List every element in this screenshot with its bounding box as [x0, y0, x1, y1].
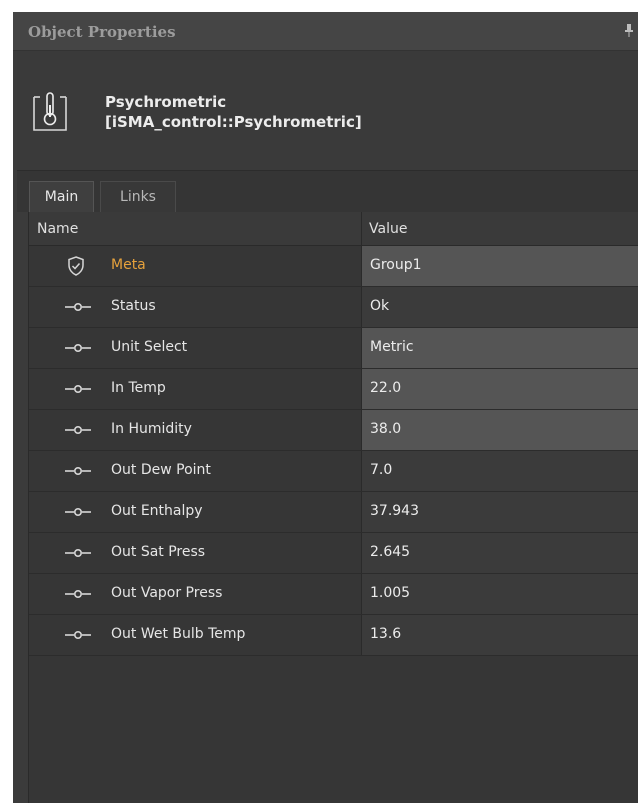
row-name-cell: Out Dew Point	[103, 451, 361, 491]
row-name-cell: In Humidity	[103, 410, 361, 450]
pin-icon[interactable]	[624, 23, 634, 37]
tab-main[interactable]: Main	[29, 181, 94, 212]
property-name: Out Enthalpy	[111, 503, 203, 519]
row-icon-cell	[29, 492, 103, 532]
row-name-cell: Out Enthalpy	[103, 492, 361, 532]
property-row[interactable]: Out Wet Bulb Temp 13.6	[29, 615, 638, 656]
property-row[interactable]: Out Enthalpy 37.943	[29, 492, 638, 533]
column-divider[interactable]	[361, 212, 362, 246]
column-header-name[interactable]: Name	[37, 221, 78, 237]
property-name: Out Wet Bulb Temp	[111, 626, 246, 642]
row-name-cell: Out Sat Press	[103, 533, 361, 573]
object-name: Psychrometric [iSMA_control::Psychrometr…	[105, 92, 362, 132]
row-icon-cell	[29, 451, 103, 491]
object-header: Psychrometric [iSMA_control::Psychrometr…	[17, 51, 638, 171]
property-name: In Humidity	[111, 421, 192, 437]
property-value: 7.0	[362, 451, 638, 491]
row-name-cell: Meta	[103, 246, 361, 286]
property-value: 37.943	[362, 492, 638, 532]
property-row[interactable]: Meta Group1	[29, 246, 638, 287]
slot-icon	[65, 549, 91, 558]
property-row[interactable]: Out Sat Press 2.645	[29, 533, 638, 574]
property-value-text: 7.0	[370, 462, 393, 478]
row-icon-cell	[29, 410, 103, 450]
property-value-text: 38.0	[370, 421, 402, 437]
row-name-cell: Out Vapor Press	[103, 574, 361, 614]
property-name: In Temp	[111, 380, 166, 396]
object-type-name: [iSMA_control::Psychrometric]	[105, 113, 362, 131]
property-name: Out Sat Press	[111, 544, 206, 560]
property-value: 2.645	[362, 533, 638, 573]
property-row[interactable]: Status Ok	[29, 287, 638, 328]
row-name-cell: Status	[103, 287, 361, 327]
slot-icon	[65, 344, 91, 353]
slot-icon	[65, 590, 91, 599]
row-icon-cell	[29, 574, 103, 614]
row-name-cell: In Temp	[103, 369, 361, 409]
property-value-text: 2.645	[370, 544, 411, 560]
panel-title: Object Properties	[28, 23, 176, 41]
property-row[interactable]: Out Vapor Press 1.005	[29, 574, 638, 615]
property-name: Status	[111, 298, 156, 314]
property-value-field[interactable]: 22.0	[362, 369, 638, 409]
property-value-text: Group1	[370, 257, 422, 273]
slot-icon	[65, 385, 91, 394]
row-icon-cell	[29, 328, 103, 368]
row-icon-cell	[29, 246, 103, 286]
property-value-text: 13.6	[370, 626, 402, 642]
slot-icon	[65, 426, 91, 435]
thermometer-icon	[33, 92, 67, 131]
tab-links[interactable]: Links	[100, 181, 176, 212]
property-value-text: 1.005	[370, 585, 411, 601]
property-grid: Name Value Meta Group1 Status Ok Unit Select…	[28, 212, 638, 803]
property-value: Ok	[362, 287, 638, 327]
slot-icon	[65, 303, 91, 312]
row-icon-cell	[29, 287, 103, 327]
object-display-name: Psychrometric	[105, 93, 227, 111]
column-header-value[interactable]: Value	[369, 221, 407, 237]
property-value-text: Metric	[370, 339, 414, 355]
property-row[interactable]: Unit Select Metric	[29, 328, 638, 369]
row-name-cell: Unit Select	[103, 328, 361, 368]
slot-icon	[65, 467, 91, 476]
property-value-field[interactable]: Metric	[362, 328, 638, 368]
property-value-text: Ok	[370, 298, 390, 314]
slot-icon	[65, 508, 91, 517]
panel-titlebar: Object Properties	[13, 12, 638, 51]
grid-header: Name Value	[29, 212, 638, 246]
slot-icon	[65, 631, 91, 640]
property-row[interactable]: Out Dew Point 7.0	[29, 451, 638, 492]
property-value: 1.005	[362, 574, 638, 614]
property-value-text: 22.0	[370, 380, 402, 396]
row-name-cell: Out Wet Bulb Temp	[103, 615, 361, 655]
property-name: Out Dew Point	[111, 462, 211, 478]
property-value-field[interactable]: 38.0	[362, 410, 638, 450]
property-name: Out Vapor Press	[111, 585, 223, 601]
object-properties-panel: Object Properties Psychrometric [iSMA_co…	[13, 12, 638, 803]
tab-bar: Main Links	[17, 171, 638, 212]
row-icon-cell	[29, 533, 103, 573]
property-value: 13.6	[362, 615, 638, 655]
property-row[interactable]: In Humidity 38.0	[29, 410, 638, 451]
property-name: Unit Select	[111, 339, 188, 355]
shield-icon	[68, 256, 84, 276]
property-value-field[interactable]: Group1	[362, 246, 638, 286]
row-icon-cell	[29, 615, 103, 655]
property-row[interactable]: In Temp 22.0	[29, 369, 638, 410]
property-value-text: 37.943	[370, 503, 419, 519]
row-icon-cell	[29, 369, 103, 409]
property-name: Meta	[111, 257, 146, 273]
